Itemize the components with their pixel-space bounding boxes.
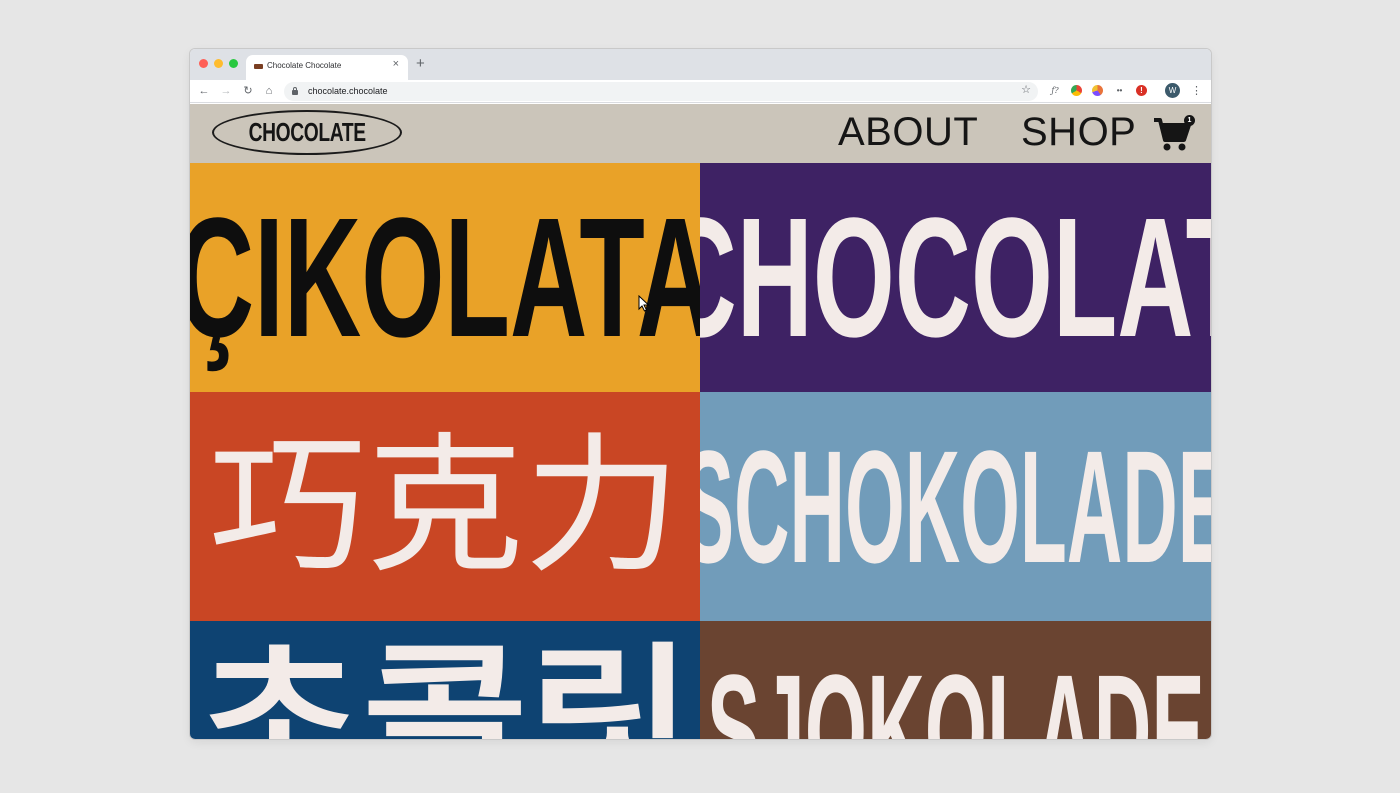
chrome-extension-icon[interactable] [1071,85,1082,96]
tile-korean[interactable]: 초콜릿 [190,621,700,739]
tile-word-korean: 초콜릿 [196,632,694,739]
site-logo[interactable]: CHOCOLATE [212,110,402,155]
tile-word-turkish: ÇIKOLATA [190,182,700,373]
address-bar[interactable]: chocolate.chocolate ☆ [284,82,1038,101]
tile-chinese[interactable]: 巧克力 [190,392,700,621]
nav-shop-link[interactable]: SHOP [1021,110,1136,155]
formula-extension-icon[interactable]: ƒ? [1048,85,1062,96]
palette-extension-icon[interactable] [1092,85,1103,96]
site-header: CHOCOLATE ABOUT SHOP 1 [190,104,1211,163]
tab-close-icon[interactable]: × [393,59,399,70]
browser-menu-icon[interactable]: ⋮ [1191,83,1202,99]
minimize-window-button[interactable] [214,59,223,68]
stop-extension-icon[interactable]: ! [1136,85,1147,96]
browser-window: Chocolate Chocolate × + ← → ↻ ⌂ chocolat… [190,49,1211,739]
tab-strip: Chocolate Chocolate × + [190,49,1211,80]
dots-extension-icon[interactable]: •• [1114,85,1125,96]
browser-toolbar: ← → ↻ ⌂ chocolate.chocolate ☆ ƒ? •• ! W … [190,80,1211,103]
profile-avatar[interactable]: W [1165,83,1180,98]
chocolate-bar-favicon-icon [254,64,263,69]
tab-title: Chocolate Chocolate [267,61,342,70]
bookmark-star-icon[interactable]: ☆ [1021,83,1031,96]
tile-word-chinese: 巧克力 [208,419,682,594]
tile-word-french: CHOCOLAT [700,182,1211,373]
lock-icon[interactable] [292,87,298,95]
tile-norwegian[interactable]: SJOKOLADE [700,621,1211,739]
nav-about-link[interactable]: ABOUT [838,110,978,155]
cart-count-badge: 1 [1184,115,1195,126]
back-arrow-icon[interactable]: ← [197,83,211,99]
browser-tab[interactable]: Chocolate Chocolate × [246,55,408,80]
maximize-window-button[interactable] [229,59,238,68]
forward-arrow-icon[interactable]: → [219,83,233,99]
tile-word-german: SCHOKOLADE [700,416,1211,596]
tile-french[interactable]: CHOCOLAT [700,163,1211,392]
mouse-pointer-icon [638,295,650,312]
tile-german[interactable]: SCHOKOLADE [700,392,1211,621]
tile-word-norwegian: SJOKOLADE [706,641,1205,740]
reload-icon[interactable]: ↻ [241,83,255,99]
close-window-button[interactable] [199,59,208,68]
tile-turkish[interactable]: ÇIKOLATA [190,163,700,392]
web-page: CHOCOLATE ABOUT SHOP 1 ÇIKOLATA CHOCOLAT… [190,104,1211,739]
home-icon[interactable]: ⌂ [262,83,276,99]
new-tab-button[interactable]: + [416,56,425,71]
url-text[interactable]: chocolate.chocolate [308,86,388,96]
logo-text: CHOCOLATE [248,117,366,147]
